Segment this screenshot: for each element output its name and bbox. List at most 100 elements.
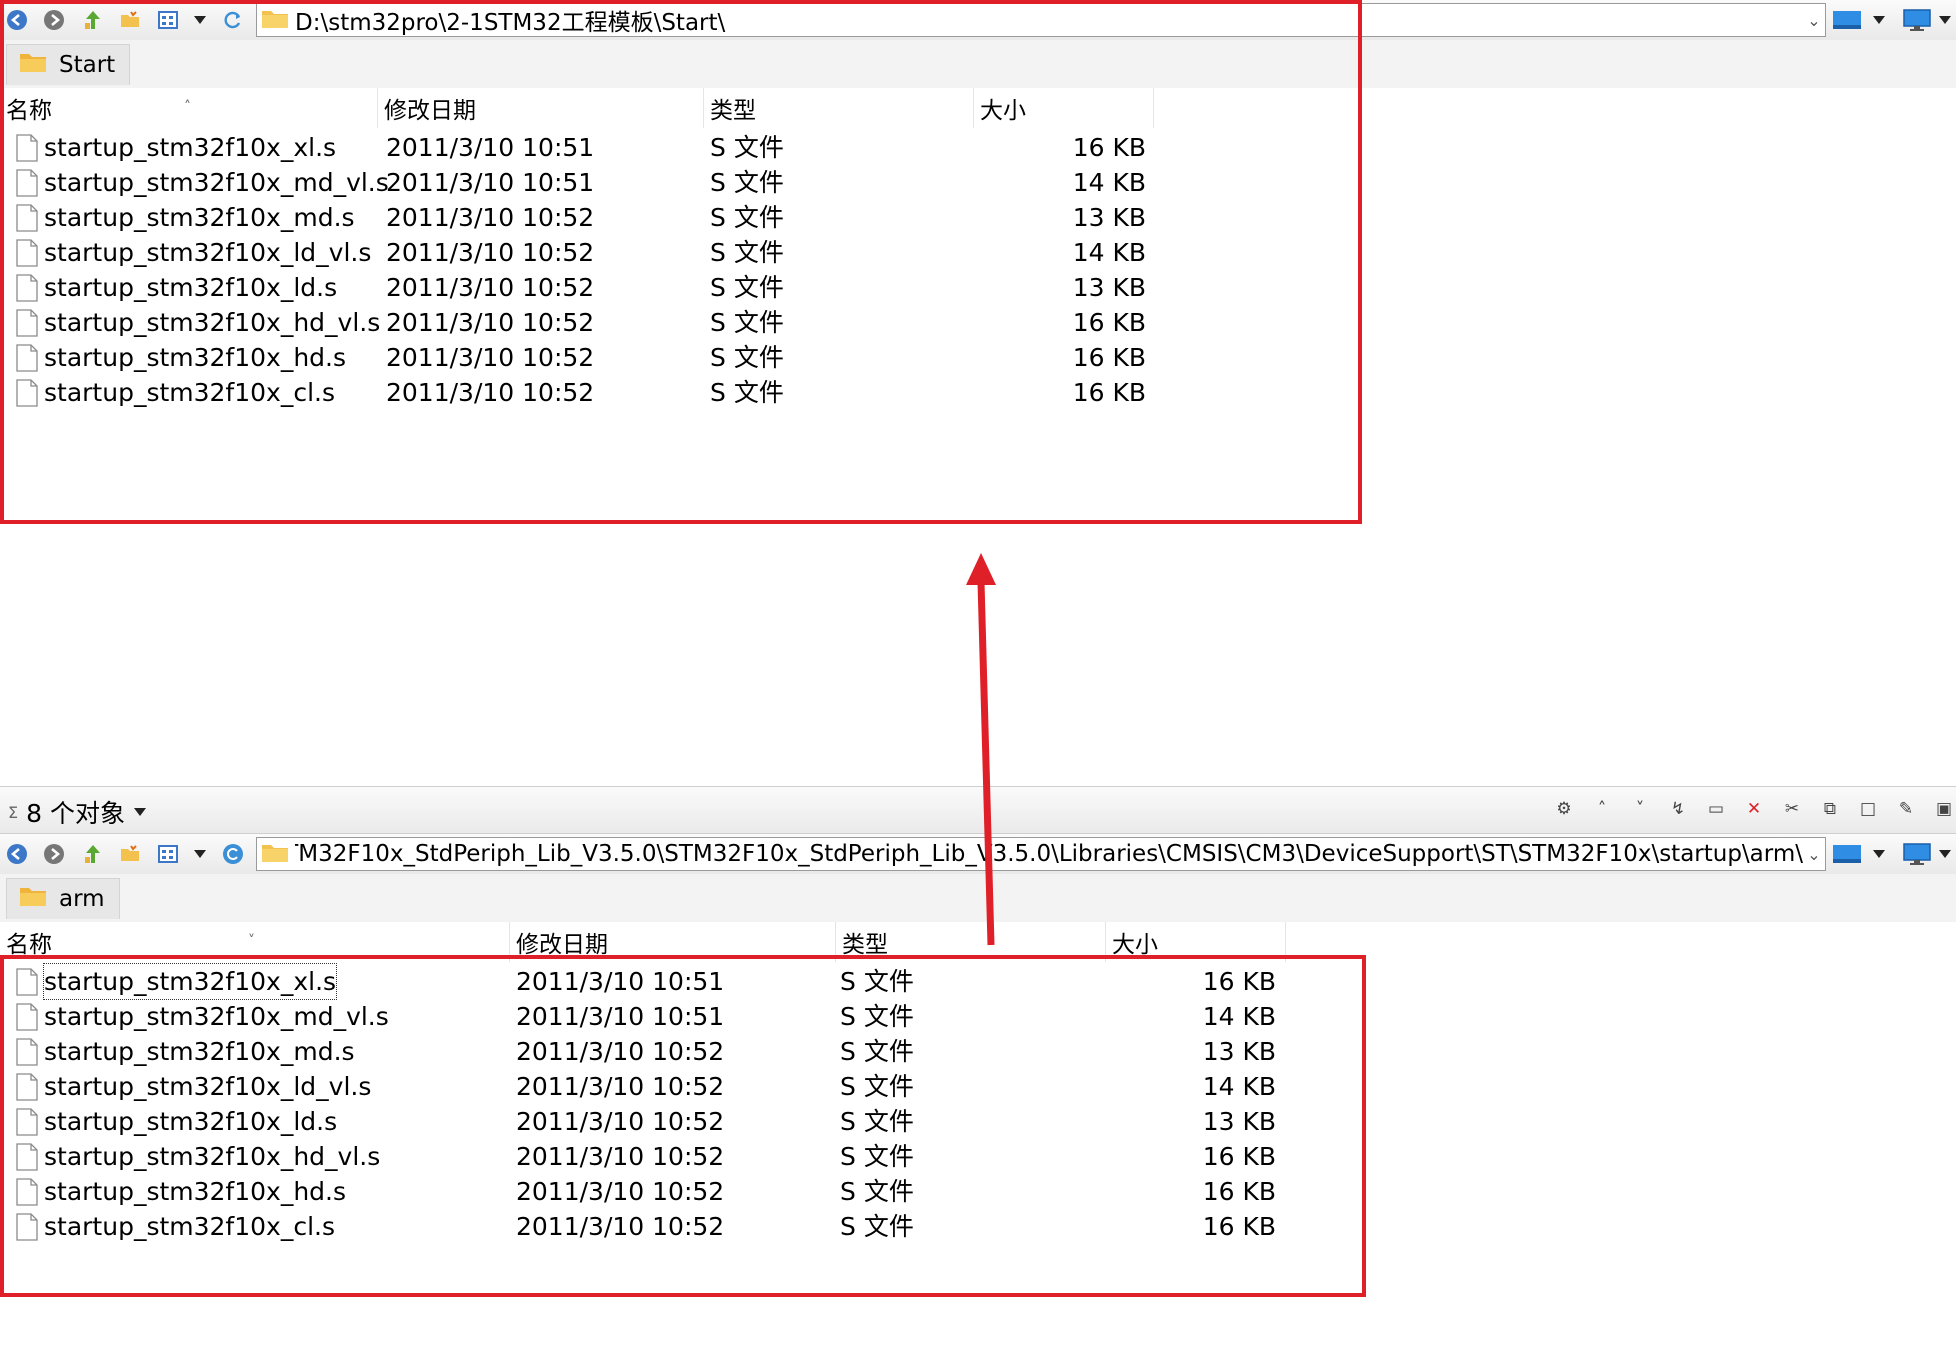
table-row[interactable]: startup_stm32f10x_hd.s 2011/3/10 10:52 S 文… bbox=[0, 1174, 1400, 1209]
panel-layout-icon[interactable] bbox=[1830, 841, 1864, 867]
table-row[interactable]: startup_stm32f10x_md.s 2011/3/10 10:52 S 文… bbox=[0, 1034, 1400, 1069]
file-name: startup_stm32f10x_xl.s bbox=[42, 963, 338, 1000]
paste-icon[interactable]: □ bbox=[1856, 797, 1880, 821]
object-count[interactable]: Σ 8 个对象 bbox=[8, 794, 147, 830]
up-folder-icon[interactable] bbox=[80, 841, 106, 867]
refresh-icon[interactable] bbox=[220, 841, 246, 867]
open-folder-icon[interactable] bbox=[117, 7, 143, 33]
table-row[interactable]: startup_stm32f10x_cl.s 2011/3/10 10:52 S 文… bbox=[0, 1209, 1400, 1244]
panel-dropdown-icon[interactable] bbox=[1866, 841, 1892, 867]
view-dropdown-icon[interactable] bbox=[187, 7, 213, 33]
refresh-icon[interactable] bbox=[220, 7, 246, 33]
table-row[interactable]: startup_stm32f10x_ld_vl.s 2011/3/10 10:52… bbox=[0, 235, 1400, 270]
folder-icon bbox=[261, 7, 289, 33]
file-name: startup_stm32f10x_ld_vl.s bbox=[44, 1072, 372, 1101]
table-row[interactable]: startup_stm32f10x_hd_vl.s 2011/3/10 10:52… bbox=[0, 305, 1400, 340]
view-icon[interactable] bbox=[155, 841, 181, 867]
file-type: S 文件 bbox=[840, 967, 914, 996]
file-type: S 文件 bbox=[710, 238, 784, 267]
file-name: startup_stm32f10x_cl.s bbox=[44, 378, 336, 407]
table-row[interactable]: startup_stm32f10x_xl.s 2011/3/10 10:51 S 文… bbox=[0, 963, 1400, 1002]
up-folder-icon[interactable] bbox=[80, 7, 106, 33]
monitor-dropdown-icon[interactable] bbox=[1932, 841, 1956, 867]
copy-icon[interactable]: ⧉ bbox=[1818, 797, 1842, 821]
table-row[interactable]: startup_stm32f10x_cl.s 2011/3/10 10:52 S 文… bbox=[0, 375, 1400, 410]
column-header-type[interactable]: 类型 bbox=[836, 922, 1106, 962]
file-name: startup_stm32f10x_hd_vl.s bbox=[44, 308, 381, 337]
status-bar: Σ 8 个对象 ⚙ ˄ ˅ ↯ ▭ ✕ ✂ ⧉ □ ✎ ▣ bbox=[0, 786, 1956, 834]
address-bar[interactable]: \STM32F10x_StdPeriph_Lib_V3.5.0\STM32F10… bbox=[256, 837, 1826, 871]
column-header-date[interactable]: 修改日期 bbox=[378, 88, 704, 128]
monitor-icon[interactable] bbox=[1900, 841, 1934, 867]
chevron-down-icon[interactable]: ⌄ bbox=[1803, 845, 1825, 864]
monitor-icon[interactable] bbox=[1900, 7, 1934, 33]
table-row[interactable]: startup_stm32f10x_md.s 2011/3/10 10:52 S 文… bbox=[0, 200, 1400, 235]
rename-icon[interactable]: ▭ bbox=[1704, 797, 1728, 821]
file-size: 13 KB bbox=[1072, 203, 1146, 232]
monitor-dropdown-icon[interactable] bbox=[1932, 7, 1956, 33]
forward-icon[interactable] bbox=[41, 841, 67, 867]
table-row[interactable]: startup_stm32f10x_ld_vl.s 2011/3/10 10:52… bbox=[0, 1069, 1400, 1104]
file-icon bbox=[16, 968, 38, 1002]
view-dropdown-icon[interactable] bbox=[187, 841, 213, 867]
file-icon bbox=[16, 204, 38, 238]
forward-icon[interactable] bbox=[41, 7, 67, 33]
view-icon[interactable] bbox=[155, 7, 181, 33]
back-icon[interactable] bbox=[4, 841, 30, 867]
status-tools: ⚙ ˄ ˅ ↯ ▭ ✕ ✂ ⧉ □ ✎ ▣ bbox=[1552, 797, 1956, 821]
table-row[interactable]: startup_stm32f10x_md_vl.s 2011/3/10 10:51… bbox=[0, 999, 1400, 1034]
count-dropdown-icon[interactable] bbox=[133, 807, 147, 817]
bottom-toolbar: \STM32F10x_StdPeriph_Lib_V3.5.0\STM32F10… bbox=[0, 834, 1956, 875]
top-pane: D:\stm32pro\2-1STM32工程模板\Start\ ⌄ Start … bbox=[0, 0, 1956, 780]
file-icon bbox=[16, 1108, 38, 1142]
file-name: startup_stm32f10x_ld.s bbox=[44, 273, 338, 302]
file-type: S 文件 bbox=[840, 1072, 914, 1101]
file-icon bbox=[16, 344, 38, 378]
column-header-name[interactable]: 名称 ˅ bbox=[0, 922, 510, 962]
bottom-column-header: 名称 ˅ 修改日期 类型 大小 bbox=[0, 922, 1956, 962]
top-tabstrip: Start bbox=[0, 40, 1956, 89]
table-row[interactable]: startup_stm32f10x_ld.s 2011/3/10 10:52 S 文… bbox=[0, 1104, 1400, 1139]
tab-arm[interactable]: arm bbox=[6, 878, 120, 919]
file-size: 16 KB bbox=[1072, 378, 1146, 407]
flash-icon[interactable]: ↯ bbox=[1666, 797, 1690, 821]
properties-icon[interactable]: ▣ bbox=[1932, 797, 1956, 821]
column-header-date[interactable]: 修改日期 bbox=[510, 922, 836, 962]
panel-dropdown-icon[interactable] bbox=[1866, 7, 1892, 33]
folder-icon bbox=[19, 51, 47, 79]
file-type: S 文件 bbox=[710, 378, 784, 407]
table-row[interactable]: startup_stm32f10x_ld.s 2011/3/10 10:52 S 文… bbox=[0, 270, 1400, 305]
table-row[interactable]: startup_stm32f10x_hd.s 2011/3/10 10:52 S 文… bbox=[0, 340, 1400, 375]
open-folder-icon[interactable] bbox=[117, 841, 143, 867]
delete-icon[interactable]: ✕ bbox=[1742, 797, 1766, 821]
file-name: startup_stm32f10x_hd.s bbox=[44, 1177, 347, 1206]
settings-icon[interactable]: ⚙ bbox=[1552, 797, 1576, 821]
address-bar[interactable]: D:\stm32pro\2-1STM32工程模板\Start\ ⌄ bbox=[256, 3, 1826, 37]
column-header-name[interactable]: 名称 ˄ bbox=[0, 88, 378, 128]
move-up-icon[interactable]: ˄ bbox=[1590, 797, 1614, 821]
table-row[interactable]: startup_stm32f10x_xl.s 2011/3/10 10:51 S 文… bbox=[0, 130, 1400, 165]
panel-layout-icon[interactable] bbox=[1830, 7, 1864, 33]
tab-start[interactable]: Start bbox=[6, 44, 131, 85]
file-size: 16 KB bbox=[1202, 1177, 1276, 1206]
address-path[interactable]: D:\stm32pro\2-1STM32工程模板\Start\ bbox=[295, 4, 1803, 36]
chevron-down-icon[interactable]: ⌄ bbox=[1803, 11, 1825, 30]
file-size: 13 KB bbox=[1202, 1037, 1276, 1066]
move-down-icon[interactable]: ˅ bbox=[1628, 797, 1652, 821]
file-date: 2011/3/10 10:52 bbox=[516, 1107, 725, 1136]
back-icon[interactable] bbox=[4, 7, 30, 33]
column-header-size[interactable]: 大小 bbox=[974, 88, 1154, 128]
column-header-type[interactable]: 类型 bbox=[704, 88, 974, 128]
cut-icon[interactable]: ✂ bbox=[1780, 797, 1804, 821]
address-path[interactable]: \STM32F10x_StdPeriph_Lib_V3.5.0\STM32F10… bbox=[295, 841, 1803, 867]
top-toolbar: D:\stm32pro\2-1STM32工程模板\Start\ ⌄ bbox=[0, 0, 1956, 41]
column-header-size[interactable]: 大小 bbox=[1106, 922, 1286, 962]
table-row[interactable]: startup_stm32f10x_hd_vl.s 2011/3/10 10:52… bbox=[0, 1139, 1400, 1174]
table-row[interactable]: startup_stm32f10x_md_vl.s 2011/3/10 10:51… bbox=[0, 165, 1400, 200]
sort-down-icon: ˅ bbox=[248, 933, 255, 949]
file-size: 14 KB bbox=[1072, 238, 1146, 267]
status-bar-wrap: Σ 8 个对象 ⚙ ˄ ˅ ↯ ▭ ✕ ✂ ⧉ □ ✎ ▣ bbox=[0, 786, 1956, 834]
file-name: startup_stm32f10x_md.s bbox=[44, 1037, 355, 1066]
edit-icon[interactable]: ✎ bbox=[1894, 797, 1918, 821]
file-icon bbox=[16, 239, 38, 273]
